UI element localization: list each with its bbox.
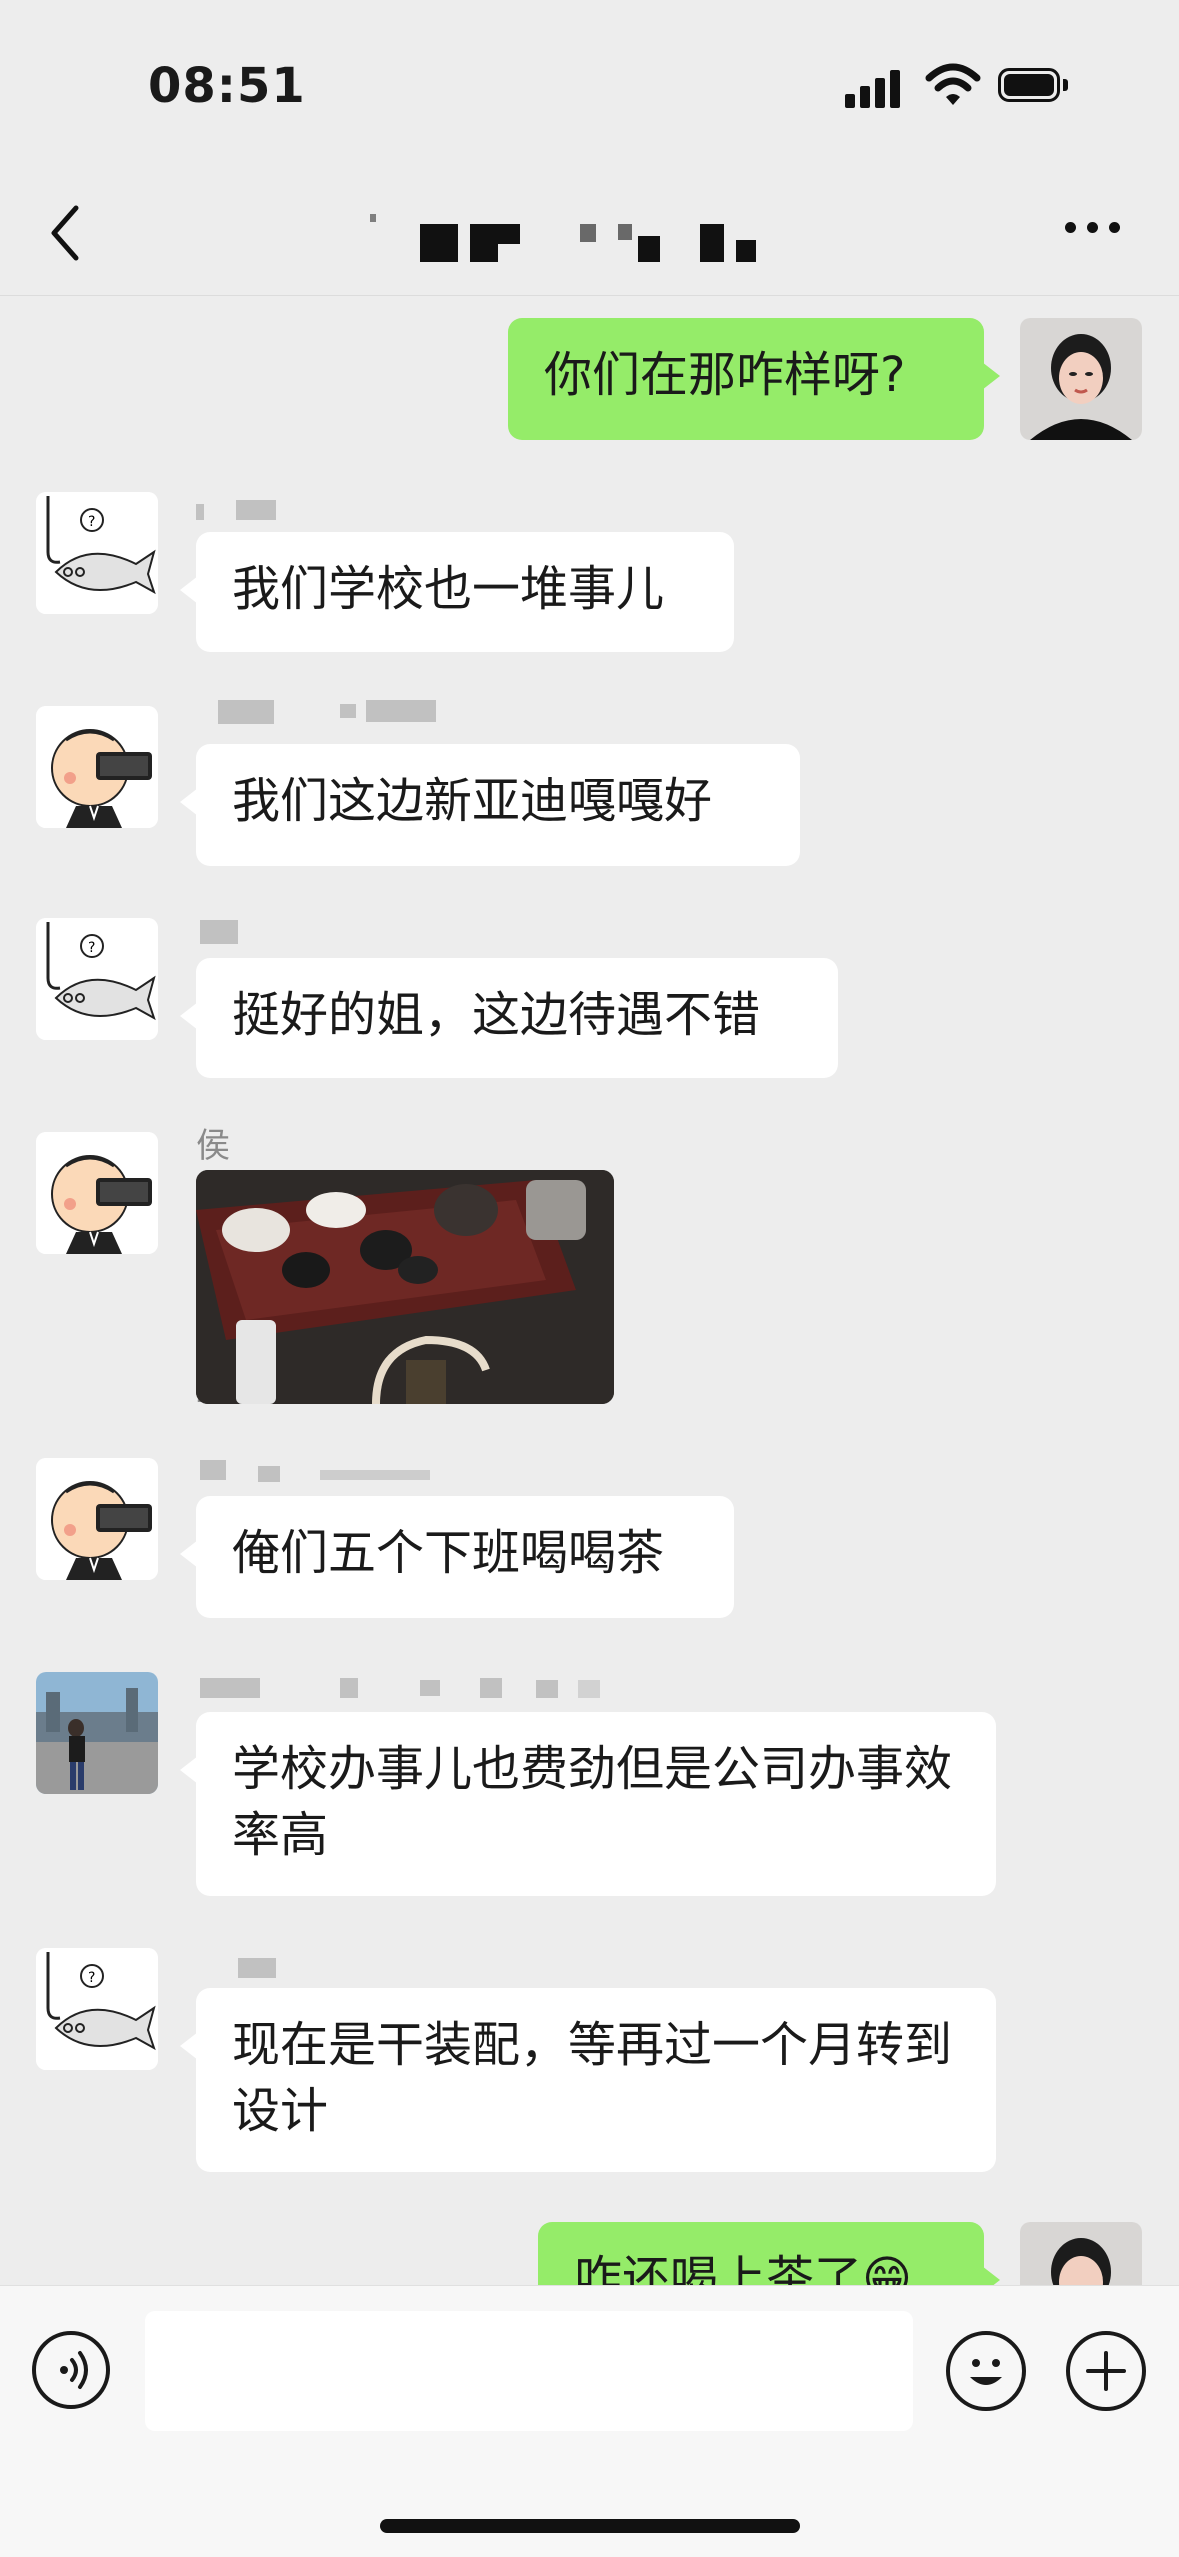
sender-name-pixelated <box>196 920 286 946</box>
status-time: 08:51 <box>148 58 306 114</box>
tea-set-photo[interactable] <box>196 1170 614 1404</box>
cartoon-keyboard-avatar[interactable] <box>36 1458 158 1580</box>
photo-avatar[interactable] <box>36 1672 158 1794</box>
message-bubble[interactable]: 我们学校也一堆事儿 <box>180 532 734 652</box>
voice-input-button[interactable] <box>32 2331 110 2409</box>
back-arrow-icon[interactable] <box>42 198 92 268</box>
fish-hook-avatar[interactable]: ? <box>36 492 158 614</box>
svg-text:?: ? <box>88 940 95 956</box>
cellular-signal-icon <box>845 68 905 108</box>
sender-name-pixelated <box>196 1460 456 1486</box>
wifi-icon <box>925 63 981 105</box>
chat-title-pixelated <box>370 212 810 262</box>
message-bubble[interactable]: 挺好的姐，这边待遇不错 <box>180 958 838 1078</box>
plus-icon <box>1086 2351 1126 2391</box>
message-bubble[interactable]: 你们在那咋样呀? <box>508 318 1000 440</box>
message-input[interactable] <box>145 2311 913 2431</box>
sender-name-pixelated <box>196 1958 296 1980</box>
add-more-button[interactable] <box>1066 2331 1146 2411</box>
message-bubble[interactable]: 我们这边新亚迪嘎嘎好 <box>180 744 800 866</box>
more-options-icon[interactable] <box>1065 222 1125 242</box>
battery-icon <box>998 68 1070 106</box>
svg-text:?: ? <box>88 514 95 530</box>
sender-name-pixelated <box>196 1678 616 1700</box>
emoji-button[interactable] <box>946 2331 1026 2411</box>
message-bubble[interactable]: 现在是干装配，等再过一个月转到设计 <box>180 1988 996 2172</box>
input-bar <box>0 2285 1179 2557</box>
message-bubble[interactable]: 学校办事儿也费劲但是公司办事效率高 <box>180 1712 996 1896</box>
status-bar: 08:51 <box>0 0 1179 170</box>
fish-hook-avatar[interactable]: ? <box>36 1948 158 2070</box>
fish-hook-avatar[interactable]: ? <box>36 918 158 1040</box>
sender-name-pixelated <box>196 700 446 726</box>
message-bubble[interactable]: 俺们五个下班喝喝茶 <box>180 1496 734 1618</box>
cartoon-keyboard-avatar[interactable] <box>36 1132 158 1254</box>
self-avatar[interactable] <box>1020 318 1142 440</box>
chat-header <box>0 170 1179 296</box>
voice-icon <box>60 2351 88 2389</box>
smiley-icon <box>970 2359 1002 2385</box>
svg-text:?: ? <box>88 1970 95 1986</box>
sender-name-pixelated <box>196 500 286 520</box>
home-indicator <box>380 2519 800 2533</box>
cartoon-keyboard-avatar[interactable] <box>36 706 158 828</box>
